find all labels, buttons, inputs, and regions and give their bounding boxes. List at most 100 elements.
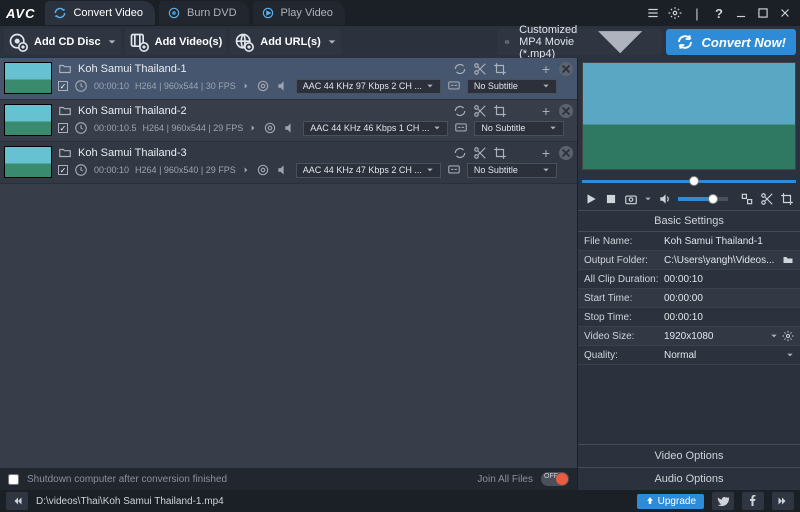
add-videos-button[interactable]: Add Video(s) (125, 29, 227, 55)
snapshot-icon[interactable] (624, 192, 638, 206)
file-name: Koh Samui Thailand-1 (78, 63, 187, 75)
film-icon (505, 33, 509, 51)
folder-icon (58, 104, 72, 118)
crop-icon[interactable] (493, 104, 507, 118)
audio-select[interactable]: AAC 44 KHz 47 Kbps 2 CH ... (296, 163, 441, 178)
refresh-icon[interactable] (453, 146, 467, 160)
subtitle-label: No Subtitle (481, 123, 525, 133)
upgrade-button[interactable]: Upgrade (637, 494, 704, 509)
tab-play-video[interactable]: Play Video (253, 1, 345, 25)
thumbnail (4, 146, 52, 178)
toolbar: Add CD Disc Add Video(s) Add URL(s) Cust… (0, 26, 800, 58)
scissors-icon[interactable] (473, 104, 487, 118)
remove-icon[interactable] (559, 146, 573, 160)
play-circle-icon (261, 6, 275, 20)
file-row[interactable]: Koh Samui Thailand-3 + ✓ 00:00:10 H264 |… (0, 142, 577, 184)
volume-icon[interactable] (658, 192, 672, 206)
audio-options-button[interactable]: Audio Options (578, 467, 800, 490)
seek-bar[interactable] (582, 174, 796, 188)
scissors-icon[interactable] (760, 192, 774, 206)
add-icon[interactable]: + (539, 104, 553, 118)
chevron-down-icon[interactable] (770, 332, 778, 340)
subtitle-select[interactable]: No Subtitle (474, 121, 564, 136)
remove-icon[interactable] (559, 62, 573, 76)
twitter-icon[interactable] (712, 492, 734, 510)
checkbox[interactable]: ✓ (58, 81, 68, 91)
video-size-value[interactable]: 1920x1080 (664, 331, 766, 342)
minimize-icon[interactable] (732, 4, 750, 22)
file-row[interactable]: Koh Samui Thailand-1 + ✓ 00:00:10 H264 |… (0, 58, 577, 100)
output-folder-value[interactable]: C:\Users\yangh\Videos... (664, 255, 778, 266)
next-file-button[interactable] (772, 492, 794, 510)
add-cd-disc-button[interactable]: Add CD Disc (4, 29, 121, 55)
popout-icon[interactable] (740, 192, 754, 206)
tab-convert-video[interactable]: Convert Video (45, 1, 155, 25)
subtitle-icon (447, 79, 461, 93)
video-size-key: Video Size: (584, 331, 664, 342)
audio-label: AAC 44 KHz 97 Kbps 2 CH ... (303, 81, 422, 91)
add-icon[interactable]: + (539, 146, 553, 160)
gear-icon[interactable] (782, 330, 794, 342)
quality-value[interactable]: Normal (664, 350, 782, 361)
target-icon[interactable] (256, 79, 270, 93)
join-files-label: Join All Files (477, 474, 533, 485)
remove-icon[interactable] (559, 104, 573, 118)
video-options-button[interactable]: Video Options (578, 444, 800, 467)
file-row[interactable]: Koh Samui Thailand-2 + ✓ 00:00:10.5 H264… (0, 100, 577, 142)
file-name: Koh Samui Thailand-3 (78, 147, 187, 159)
crop-icon[interactable] (493, 146, 507, 160)
target-icon[interactable] (256, 163, 270, 177)
chevron-down-icon[interactable] (644, 195, 652, 203)
checkbox[interactable]: ✓ (58, 123, 68, 133)
tab-label: Play Video (281, 7, 333, 19)
settings-icon[interactable] (666, 4, 684, 22)
tab-burn-dvd[interactable]: Burn DVD (159, 1, 249, 25)
refresh-icon[interactable] (453, 62, 467, 76)
refresh-icon (53, 6, 67, 20)
chevron-down-icon (426, 82, 434, 90)
scissors-icon[interactable] (473, 146, 487, 160)
help-icon[interactable]: ? (710, 4, 728, 22)
crop-icon[interactable] (780, 192, 794, 206)
join-files-toggle[interactable]: OFF (541, 472, 569, 486)
crop-icon[interactable] (493, 62, 507, 76)
checkbox[interactable]: ✓ (58, 165, 68, 175)
basic-settings: Basic Settings File Name:Koh Samui Thail… (578, 210, 800, 365)
close-icon[interactable] (776, 4, 794, 22)
file-name-value[interactable]: Koh Samui Thailand-1 (664, 236, 763, 247)
stop-time-value[interactable]: 00:00:10 (664, 312, 703, 323)
subtitle-icon (447, 163, 461, 177)
app-logo: AVC (6, 6, 35, 21)
stop-icon[interactable] (604, 192, 618, 206)
duration-key: All Clip Duration: (584, 274, 664, 285)
settings-header: Basic Settings (578, 211, 800, 232)
facebook-icon[interactable] (742, 492, 764, 510)
video-preview[interactable] (582, 62, 796, 170)
audio-select[interactable]: AAC 44 KHz 97 Kbps 2 CH ... (296, 79, 441, 94)
add-urls-button[interactable]: Add URL(s) (230, 29, 341, 55)
shutdown-checkbox[interactable] (8, 474, 19, 485)
convert-now-button[interactable]: Convert Now! (666, 29, 797, 55)
play-icon[interactable] (584, 192, 598, 206)
add-icon[interactable]: + (539, 62, 553, 76)
duration-value: 00:00:10 (664, 274, 703, 285)
folder-icon[interactable] (782, 254, 794, 266)
scissors-icon[interactable] (473, 62, 487, 76)
tab-label: Convert Video (73, 7, 143, 19)
button-label: Add Video(s) (155, 36, 223, 48)
target-icon[interactable] (263, 121, 277, 135)
maximize-icon[interactable] (754, 4, 772, 22)
subtitle-select[interactable]: No Subtitle (467, 163, 557, 178)
audio-select[interactable]: AAC 44 KHz 46 Kbps 1 CH ... (303, 121, 448, 136)
output-profile-select[interactable]: Customized MP4 Movie (*.mp4) (497, 29, 661, 55)
chevron-down-icon (433, 124, 441, 132)
start-time-value[interactable]: 00:00:00 (664, 293, 703, 304)
prev-file-button[interactable] (6, 492, 28, 510)
refresh-icon[interactable] (453, 104, 467, 118)
subtitle-select[interactable]: No Subtitle (467, 79, 557, 94)
volume-slider[interactable] (678, 197, 728, 201)
chevron-down-icon[interactable] (786, 351, 794, 359)
chevron-down-icon (327, 37, 337, 47)
disc-icon (167, 6, 181, 20)
globe-plus-icon (234, 32, 254, 52)
